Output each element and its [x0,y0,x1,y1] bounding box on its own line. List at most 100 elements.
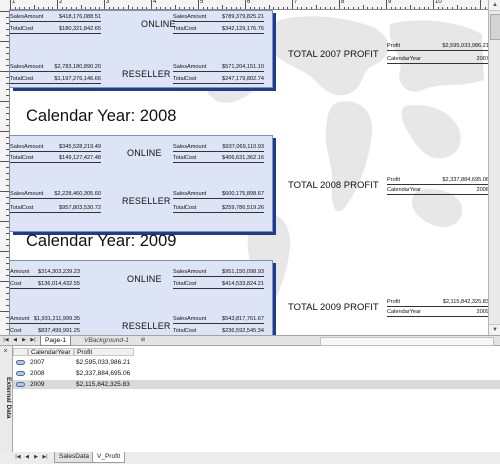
online-left-cost-2007: TotalCost $180,321,842.65 [10,26,101,34]
cell-profit: $2,337,884,695.06 [76,370,131,377]
ruler-label: 10 [435,0,442,5]
ruler-tick [348,7,350,9]
next-page-icon[interactable]: ▶ [20,336,28,345]
ruler-tick [6,89,9,90]
close-icon[interactable]: × [1,348,10,356]
next-sheet-icon[interactable]: ▶ [32,453,40,462]
reseller-right-cost-2009: TotalCost $236,592,545.34 [173,328,264,334]
last-sheet-icon[interactable]: ▶| [41,453,49,462]
ruler-tick [371,7,373,9]
table-row-selected[interactable]: 2009 $2,115,842,325.83 [13,380,500,389]
ruler-tick [202,7,204,9]
ruler-tick [362,5,364,9]
ruler-tick [6,317,9,318]
tab-salesdata[interactable]: SalesData [54,452,94,463]
profit-value-2008: Profit $2,337,884,695.06 [387,177,488,185]
ruler-tick [198,0,199,9]
scroll-thumb[interactable] [490,14,500,40]
column-header-calendaryear[interactable]: CalendarYear [28,348,74,356]
ruler-tick [99,7,101,9]
ruler-tick [6,83,9,84]
reseller-right-cost-2007: TotalCost $247,179,802.74 [173,76,264,84]
horizontal-scrollbar[interactable] [320,337,494,346]
external-data-window: × External Data CalendarYear Profit 2007… [0,346,500,453]
ruler-tick [6,155,9,156]
ruler-tick [0,101,9,102]
profit-year-2008: CalendarYear 2008 [387,187,488,195]
vertical-scrollbar[interactable]: ▲ ▼ [488,0,500,335]
tab-v-profit[interactable]: V_Profit [92,452,126,463]
ruler-label: 1 [12,0,16,5]
profit-year-2007: CalendarYear 2007 [387,56,488,64]
ruler-tick [287,7,289,9]
reseller-left-cost-2007: TotalCost $1,197,276,146.66 [10,76,101,84]
ruler-tick [409,5,411,9]
online-right-sales-2007: SalesAmount $789,379,825.21 [173,14,264,22]
insert-page-icon[interactable]: ⊞ [138,336,148,345]
ruler-label: 8 [341,0,345,5]
ruler-tick [418,7,420,9]
cell-year: 2008 [30,370,45,377]
ruler-tick [52,7,54,9]
ruler-tick [263,7,265,9]
linked-shape-icon [16,382,25,387]
ruler-tick [6,233,9,234]
online-label-2007: ONLINE [141,19,176,29]
profit-year-2009: CalendarYear 2009 [387,309,488,317]
drawing-canvas[interactable]: SalesAmount $418,176,088.51 TotalCost $180… [10,10,488,335]
ruler-tick [33,5,35,9]
ruler-tick [6,65,9,66]
ruler-tick [475,7,477,9]
ruler-tick [320,7,322,9]
profit-title-2007: TOTAL 2007 PROFIT [288,49,379,60]
ruler-tick [386,0,387,9]
first-page-icon[interactable]: |◀ [2,336,10,345]
scroll-down-icon[interactable]: ▼ [489,324,500,335]
ruler-tick [329,7,331,9]
ruler-tick [47,7,49,9]
scroll-up-icon[interactable]: ▲ [489,0,500,11]
ruler-tick [357,7,359,9]
ruler-tick [155,7,157,9]
ruler-tick [437,7,439,9]
ruler-tick [6,263,9,264]
prev-sheet-icon[interactable]: ◀ [23,453,31,462]
first-sheet-icon[interactable]: |◀ [14,453,22,462]
reseller-left-sales-2008: SalesAmount $2,228,460,305.60 [10,191,101,199]
reseller-right-sales-2008: SalesAmount $600,175,898.67 [173,191,264,199]
table-row[interactable]: 2008 $2,337,884,695.06 [13,369,500,378]
ruler-tick [461,7,463,9]
ruler-tick [19,7,21,9]
tab-vbackground-1[interactable]: VBackground-1 [80,336,133,345]
table-row[interactable]: 2007 $2,595,033,986.21 [13,358,500,367]
cell-year: 2009 [30,381,45,388]
reseller-right-sales-2009: SalesAmount $543,817,761.67 [173,316,264,324]
ruler-tick [85,7,87,9]
cell-year: 2007 [30,359,45,366]
ruler-tick [0,11,9,12]
ruler-label: 7 [294,0,298,5]
ruler-tick [456,5,458,9]
column-header-profit[interactable]: Profit [74,348,134,356]
ruler-tick [484,7,486,9]
ruler-tick [6,257,9,258]
ruler-tick [226,7,228,9]
ruler-tick [306,7,308,9]
ruler-tick [61,7,63,9]
ruler-tick [0,41,9,42]
profit-title-2008: TOTAL 2008 PROFIT [288,180,379,191]
ruler-tick [395,7,397,9]
ruler-tick [0,221,9,222]
last-page-icon[interactable]: ▶| [29,336,37,345]
profit-value-2007: Profit $2,595,033,986.21 [387,43,488,51]
ruler-label: 4 [153,0,157,5]
tab-page-1[interactable]: Page-1 [40,336,71,346]
ruler-tick [390,7,392,9]
ruler-tick [6,143,9,144]
prev-page-icon[interactable]: ◀ [11,336,19,345]
year-title-2008: Calendar Year: 2008 [26,107,177,125]
online-right-cost-2009: TotalCost $414,533,824.21 [173,281,264,289]
ruler-tick [6,197,9,198]
ruler-tick [216,7,218,9]
online-left-cost-2008: TotalCost $149,127,427.48 [10,155,101,163]
